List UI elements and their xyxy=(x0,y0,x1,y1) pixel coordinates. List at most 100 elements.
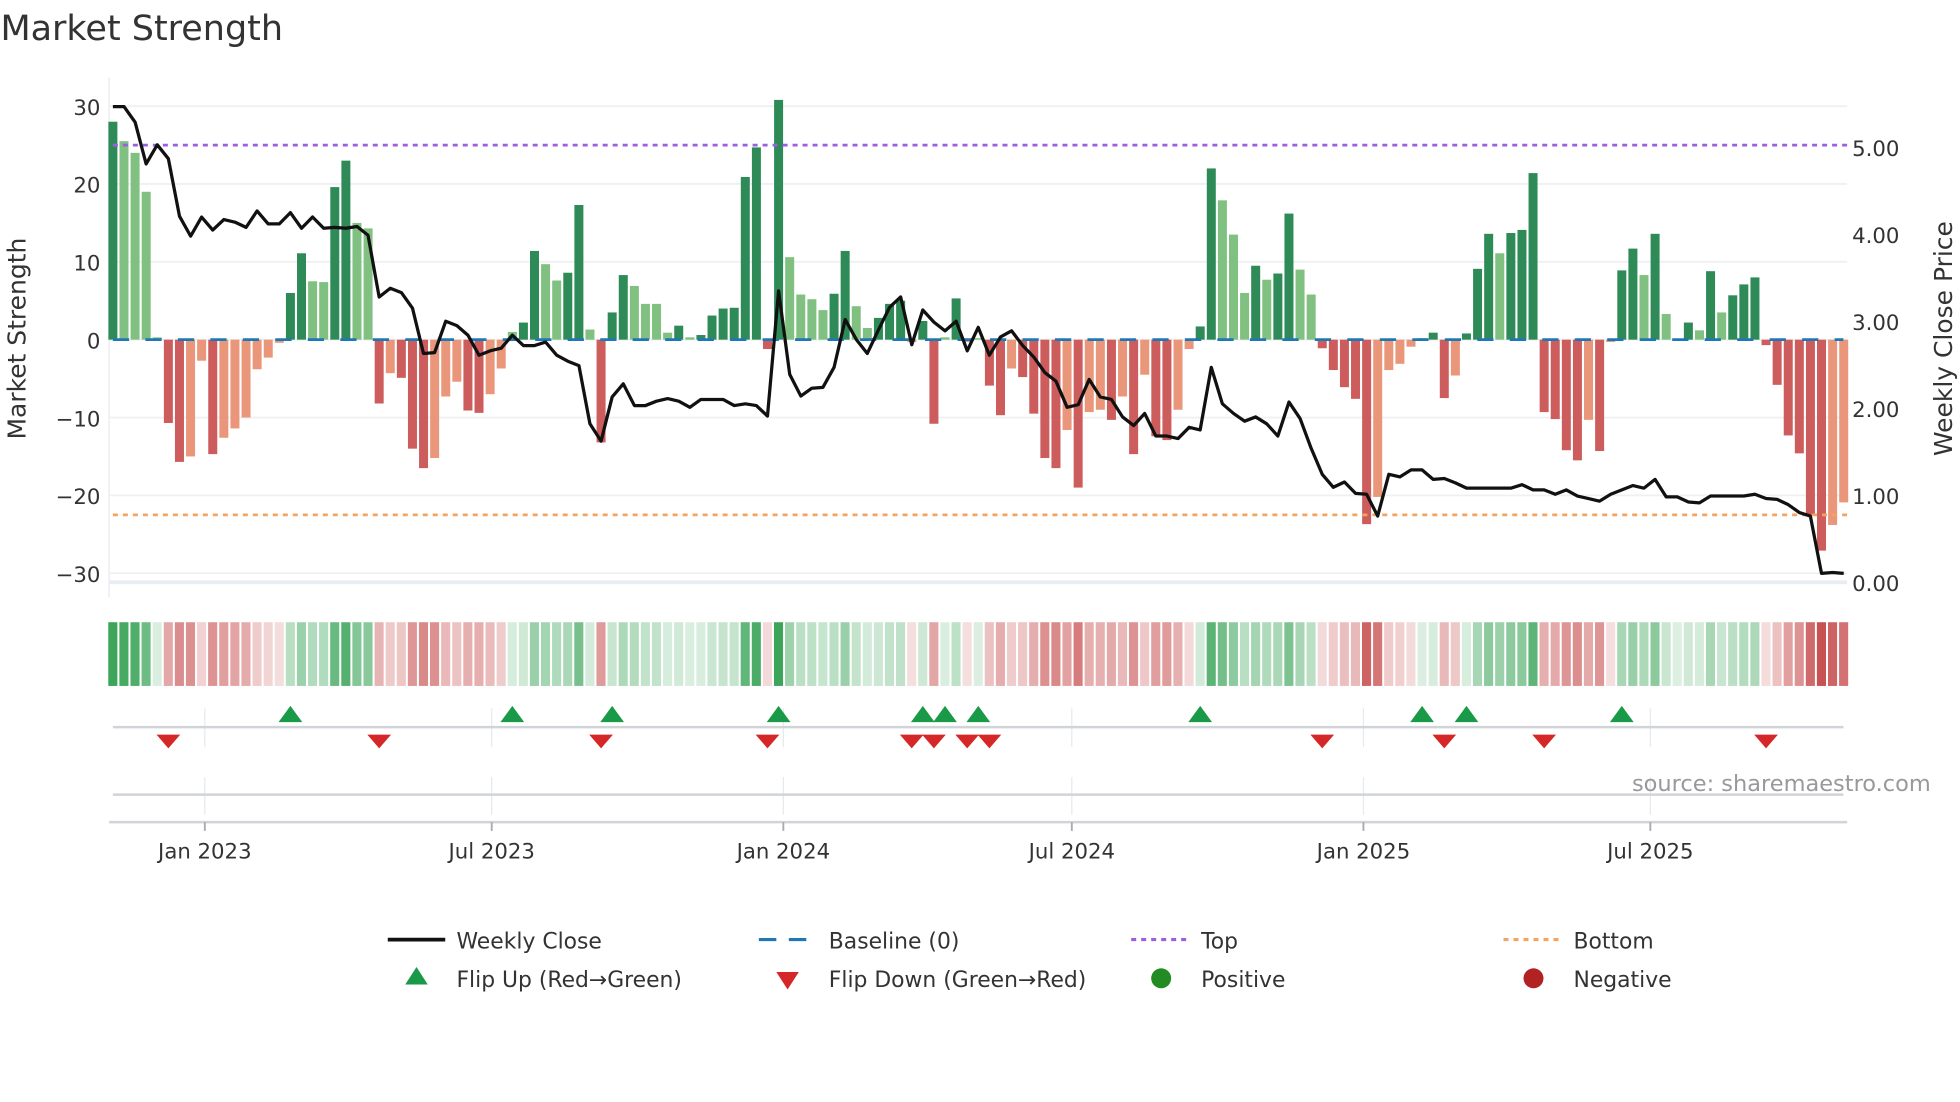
strength-bar xyxy=(618,275,628,340)
strength-bar xyxy=(1151,339,1161,437)
legend-baseline: Baseline (0) xyxy=(829,929,960,954)
strip-cell xyxy=(163,622,173,686)
strip-cell xyxy=(585,622,595,686)
strip-cell xyxy=(1018,622,1028,686)
strip-cell xyxy=(1284,622,1294,686)
strength-bar xyxy=(1273,273,1283,340)
strip-cell xyxy=(1317,622,1327,686)
strip-cell xyxy=(873,622,883,686)
strength-bar xyxy=(707,315,717,340)
strip-cell xyxy=(441,622,451,686)
strength-bar xyxy=(818,310,828,340)
strength-bar xyxy=(1761,339,1771,346)
strength-bar xyxy=(574,205,584,340)
y-tick-label-right: 1.00 xyxy=(1852,485,1899,510)
strength-bar xyxy=(1206,168,1216,340)
strip-cell xyxy=(185,622,196,686)
strip-cell xyxy=(363,622,373,686)
y-axis-title-right: Weekly Close Price xyxy=(1929,221,1958,456)
strip-cell xyxy=(840,622,850,686)
strip-cell xyxy=(1839,622,1849,686)
strength-bar xyxy=(1794,339,1804,454)
strip-cell xyxy=(452,622,462,686)
strip-cell xyxy=(1373,622,1383,686)
strip-cell xyxy=(1794,622,1804,686)
strip-cell xyxy=(341,622,351,686)
strip-cell xyxy=(1805,622,1815,686)
strip-cell xyxy=(1228,622,1238,686)
strip-cell xyxy=(829,622,839,686)
strength-bar xyxy=(1517,229,1527,340)
strip-cell xyxy=(1550,622,1560,686)
flip-down-marker xyxy=(1754,734,1778,749)
strength-bar xyxy=(1384,339,1394,371)
strip-cell xyxy=(707,622,717,686)
strength-bar xyxy=(352,222,362,340)
strength-bar xyxy=(1805,339,1815,515)
strip-cell xyxy=(307,622,318,686)
y-tick-label-right: 2.00 xyxy=(1852,398,1899,423)
strip-cell xyxy=(529,622,539,686)
strip-cell xyxy=(984,622,994,686)
strength-bar xyxy=(1240,292,1250,340)
strength-bar xyxy=(1217,200,1227,340)
strength-bar xyxy=(1617,270,1627,340)
strength-bar xyxy=(263,339,273,358)
flip-up-marker xyxy=(910,705,935,723)
legend-flip-down: Flip Down (Green→Red) xyxy=(829,968,1087,993)
strip-cell xyxy=(1739,622,1749,686)
flip-up-marker xyxy=(933,705,957,723)
strip-cell xyxy=(1295,622,1305,686)
strength-bar xyxy=(785,257,795,340)
flip-down-marker xyxy=(1432,734,1457,749)
strip-cell xyxy=(1694,622,1704,686)
strip-cell xyxy=(962,622,972,686)
strip-cell xyxy=(884,622,895,686)
strength-bar xyxy=(341,160,351,340)
strip-cell xyxy=(1129,622,1139,686)
flip-up-marker xyxy=(1410,705,1434,723)
strip-cell xyxy=(1561,622,1571,686)
x-tick-label: Jan 2024 xyxy=(735,839,831,864)
strip-cell xyxy=(1350,622,1361,686)
strength-bar xyxy=(1306,294,1316,340)
strength-bar xyxy=(674,325,684,340)
strength-bar xyxy=(1739,284,1749,340)
chart-title: Market Strength xyxy=(0,9,283,49)
strength-bar xyxy=(1561,339,1571,451)
strip-cell xyxy=(1006,622,1017,686)
strength-bar xyxy=(1484,233,1494,340)
strip-cell xyxy=(674,622,684,686)
strip-cell xyxy=(918,622,928,686)
strip-cell xyxy=(374,622,384,686)
strip-cell xyxy=(1450,622,1460,686)
strip-cell xyxy=(1106,622,1116,686)
strength-bar xyxy=(530,250,540,340)
y-tick-label-left: 0 xyxy=(87,329,101,354)
strength-bar xyxy=(552,280,562,340)
strip-cell xyxy=(651,622,662,686)
y-tick-label-right: 5.00 xyxy=(1852,137,1899,162)
strip-cell xyxy=(1661,622,1671,686)
strip-cell xyxy=(1750,622,1760,686)
strip-cell xyxy=(430,622,440,686)
strip-cell xyxy=(152,622,162,686)
strip-cell xyxy=(1140,622,1150,686)
strength-bar xyxy=(1694,330,1704,340)
strip-cell xyxy=(1406,622,1416,686)
strength-bar xyxy=(1650,233,1660,340)
strength-bar xyxy=(1450,339,1460,376)
strip-cell xyxy=(1239,622,1250,686)
flip-up-marker xyxy=(966,705,991,723)
strip-cell xyxy=(463,622,473,686)
strip-cell xyxy=(119,622,129,686)
strength-bar xyxy=(285,292,295,340)
strength-bar xyxy=(1473,268,1483,340)
strip-cell xyxy=(1339,622,1349,686)
strength-heat-strip xyxy=(108,622,1849,686)
strength-bar xyxy=(1572,339,1582,461)
legend-flip-down-icon xyxy=(776,972,799,990)
strip-cell xyxy=(1262,622,1272,686)
strength-bar xyxy=(1262,279,1272,340)
strip-cell xyxy=(629,622,639,686)
